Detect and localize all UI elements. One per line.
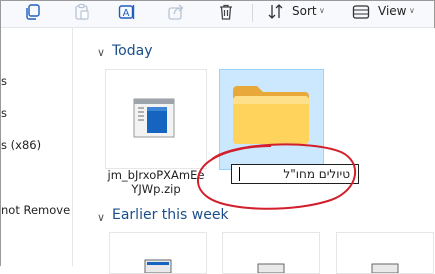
annotation-circle bbox=[197, 143, 357, 210]
collapse-chevron-icon[interactable]: ∨ bbox=[97, 211, 105, 224]
paste-icon[interactable] bbox=[73, 3, 91, 21]
svg-text:A: A bbox=[123, 8, 130, 19]
chevron-down-icon[interactable]: ∨ bbox=[409, 6, 415, 15]
file-icon bbox=[144, 259, 172, 273]
file-tile[interactable] bbox=[222, 232, 320, 274]
copy-icon[interactable] bbox=[24, 3, 42, 21]
view-icon[interactable] bbox=[352, 3, 370, 21]
chevron-down-icon[interactable]: ∨ bbox=[319, 6, 325, 15]
folder-icon bbox=[233, 86, 309, 144]
file-icon bbox=[371, 263, 399, 273]
collapse-chevron-icon[interactable]: ∨ bbox=[97, 46, 105, 59]
file-list-area: ∨ Today jm_bJrxoPXAmEe YJWp.zip טיולים מ… bbox=[73, 28, 435, 274]
nav-item[interactable]: s bbox=[1, 74, 7, 88]
sort-icon[interactable] bbox=[267, 3, 285, 21]
file-tile[interactable] bbox=[109, 232, 207, 274]
rename-icon[interactable]: A bbox=[118, 3, 136, 21]
command-bar: A Sort ∨ View ∨ bbox=[1, 1, 434, 28]
file-tile[interactable] bbox=[336, 232, 434, 274]
sort-button-label[interactable]: Sort bbox=[292, 4, 317, 18]
zip-file-icon bbox=[133, 98, 175, 138]
view-button-label[interactable]: View bbox=[378, 4, 406, 18]
share-icon[interactable] bbox=[167, 3, 185, 21]
nav-item[interactable]: not Remove bbox=[1, 203, 70, 217]
group-header-today[interactable]: Today bbox=[112, 43, 153, 59]
group-header-earlier-this-week[interactable]: Earlier this week bbox=[112, 207, 229, 223]
navigation-pane: s s s (x86) not Remove bbox=[1, 28, 73, 266]
nav-item[interactable]: s bbox=[1, 106, 7, 120]
nav-item[interactable]: s (x86) bbox=[1, 138, 41, 152]
delete-icon[interactable] bbox=[217, 3, 235, 21]
toolbar-divider bbox=[252, 4, 253, 22]
file-icon bbox=[257, 263, 285, 273]
